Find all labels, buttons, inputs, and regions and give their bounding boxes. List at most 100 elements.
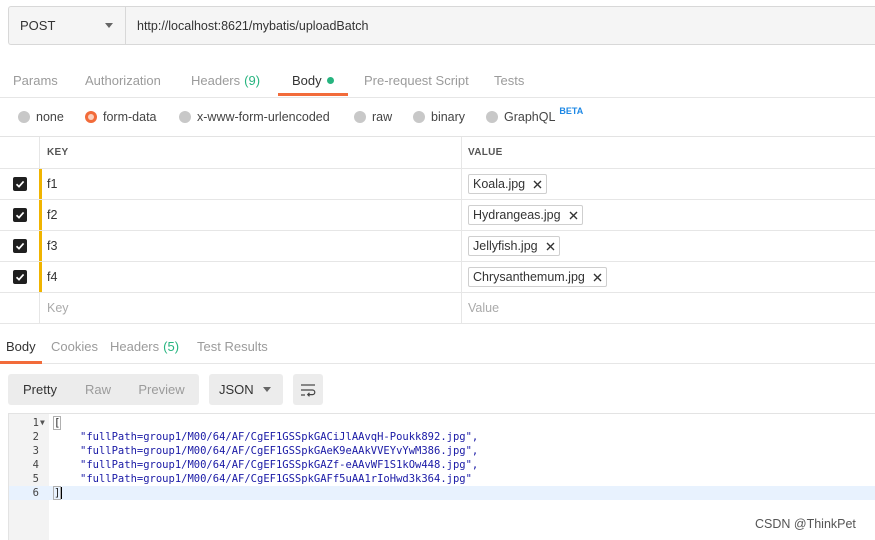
chevron-down-icon — [105, 23, 113, 28]
tab-tests[interactable]: Tests — [494, 62, 524, 98]
tab-label: Params — [13, 72, 58, 88]
response-toolbar: Pretty Raw Preview JSON — [8, 374, 323, 405]
view-pretty-button[interactable]: Pretty — [8, 374, 72, 405]
headers-count: (5) — [163, 338, 180, 354]
file-name: Koala.jpg — [473, 177, 526, 191]
table-row: f3 Jellyfish.jpg — [0, 231, 875, 262]
beta-badge: BETA — [559, 106, 584, 116]
method-label: POST — [20, 18, 56, 33]
tab-params[interactable]: Params — [13, 62, 58, 98]
new-row: Key Value — [0, 293, 875, 324]
radio-circle-icon — [179, 111, 191, 123]
remove-file-icon[interactable] — [569, 211, 578, 220]
response-body-editor[interactable]: 1 ▼ [ 2 "fullPath=group1/M00/64/AF/CgEF1… — [8, 413, 875, 540]
view-raw-button[interactable]: Raw — [72, 374, 124, 405]
code-text: [ — [52, 416, 62, 430]
headers-count: (9) — [244, 72, 261, 88]
tab-label: Headers — [191, 72, 241, 88]
radio-circle-icon — [18, 111, 30, 123]
file-chip: Chrysanthemum.jpg — [468, 267, 607, 287]
table-row: f4 Chrysanthemum.jpg — [0, 262, 875, 293]
tab-pre-request-script[interactable]: Pre-request Script — [364, 62, 469, 98]
view-preview-button[interactable]: Preview — [124, 374, 199, 405]
tab-label: Body — [292, 72, 322, 88]
active-tab-indicator — [278, 93, 348, 96]
tab-authorization[interactable]: Authorization — [85, 62, 161, 98]
fold-arrow-icon[interactable]: ▼ — [40, 416, 45, 430]
remove-file-icon[interactable] — [533, 180, 542, 189]
format-select[interactable]: JSON — [209, 374, 283, 405]
tab-label: Tests — [494, 72, 525, 88]
tab-headers[interactable]: Headers (9) — [191, 62, 260, 98]
chevron-down-icon — [263, 387, 271, 392]
value-column-header: VALUE — [461, 137, 875, 168]
key-cell[interactable]: f2 — [39, 200, 461, 230]
row-enabled-checkbox[interactable] — [12, 177, 27, 191]
new-key-input[interactable]: Key — [39, 293, 461, 323]
radio-none[interactable]: none — [18, 98, 64, 136]
code-text: "fullPath=group1/M00/64/AF/CgEF1GSSpkGAF… — [80, 473, 472, 485]
file-chip: Hydrangeas.jpg — [468, 205, 583, 225]
key-cell[interactable]: f3 — [39, 231, 461, 261]
table-header: KEY VALUE — [0, 137, 875, 169]
wrap-lines-button[interactable] — [293, 374, 323, 405]
response-tab-cookies[interactable]: Cookies — [51, 330, 98, 362]
tab-label: Authorization — [85, 72, 161, 88]
text-cursor — [61, 487, 63, 499]
code-line: 4 "fullPath=group1/M00/64/AF/CgEF1GSSpkG… — [9, 458, 875, 472]
file-name: Jellyfish.jpg — [473, 239, 538, 253]
code-line: 5 "fullPath=group1/M00/64/AF/CgEF1GSSpkG… — [9, 472, 875, 486]
file-name: Chrysanthemum.jpg — [473, 270, 585, 284]
code-text: "fullPath=group1/M00/64/AF/CgEF1GSSpkGAe… — [80, 445, 479, 457]
remove-file-icon[interactable] — [593, 273, 602, 282]
url-input[interactable]: http://localhost:8621/mybatis/uploadBatc… — [126, 7, 875, 44]
radio-graphql[interactable]: GraphQL BETA — [486, 98, 583, 136]
table-row: f2 Hydrangeas.jpg — [0, 200, 875, 231]
radio-label: GraphQL — [504, 110, 556, 124]
line-number: 6 — [32, 487, 39, 499]
response-tab-headers[interactable]: Headers (5) — [110, 330, 179, 362]
table-row: f1 Koala.jpg — [0, 169, 875, 200]
line-number: 5 — [32, 473, 39, 485]
radio-binary[interactable]: binary — [413, 98, 465, 136]
file-name: Hydrangeas.jpg — [473, 208, 561, 222]
tab-label: Pre-request Script — [364, 72, 469, 88]
radio-circle-icon — [486, 111, 498, 123]
row-enabled-checkbox[interactable] — [12, 270, 27, 284]
tab-label: Body — [6, 338, 36, 354]
line-number: 2 — [32, 431, 39, 443]
tab-label: Headers — [110, 338, 160, 354]
body-type-selector: none form-data x-www-form-urlencoded raw… — [0, 98, 875, 136]
value-cell[interactable]: Koala.jpg — [461, 169, 875, 199]
remove-file-icon[interactable] — [546, 242, 555, 251]
radio-selected-icon — [85, 111, 97, 123]
value-cell[interactable]: Hydrangeas.jpg — [461, 200, 875, 230]
code-line: 1 ▼ [ — [9, 416, 875, 430]
key-cell[interactable]: f4 — [39, 262, 461, 292]
row-enabled-checkbox[interactable] — [12, 208, 27, 222]
radio-label: raw — [372, 110, 393, 124]
radio-x-www-form-urlencoded[interactable]: x-www-form-urlencoded — [179, 98, 330, 136]
line-number: 1 — [32, 417, 39, 429]
wrap-lines-icon — [301, 383, 316, 397]
new-value-input[interactable]: Value — [461, 293, 875, 323]
file-chip: Koala.jpg — [468, 174, 548, 194]
row-enabled-checkbox[interactable] — [12, 239, 27, 253]
value-cell[interactable]: Chrysanthemum.jpg — [461, 262, 875, 292]
key-cell[interactable]: f1 — [39, 169, 461, 199]
response-tab-body[interactable]: Body — [6, 330, 36, 362]
modified-dot-icon — [326, 76, 334, 84]
response-tab-test-results[interactable]: Test Results — [197, 330, 268, 362]
radio-raw[interactable]: raw — [354, 98, 392, 136]
key-column-header: KEY — [39, 137, 461, 168]
radio-form-data[interactable]: form-data — [85, 98, 157, 136]
value-cell[interactable]: Jellyfish.jpg — [461, 231, 875, 261]
method-select[interactable]: POST — [9, 7, 126, 44]
code-text: ] — [52, 486, 63, 500]
radio-label: binary — [431, 110, 466, 124]
response-tabs: Body Cookies Headers (5) Test Results — [0, 330, 875, 364]
tab-label: Test Results — [197, 338, 268, 354]
radio-circle-icon — [354, 111, 366, 123]
tab-label: Cookies — [51, 338, 98, 354]
code-line: 2 "fullPath=group1/M00/64/AF/CgEF1GSSpkG… — [9, 430, 875, 444]
